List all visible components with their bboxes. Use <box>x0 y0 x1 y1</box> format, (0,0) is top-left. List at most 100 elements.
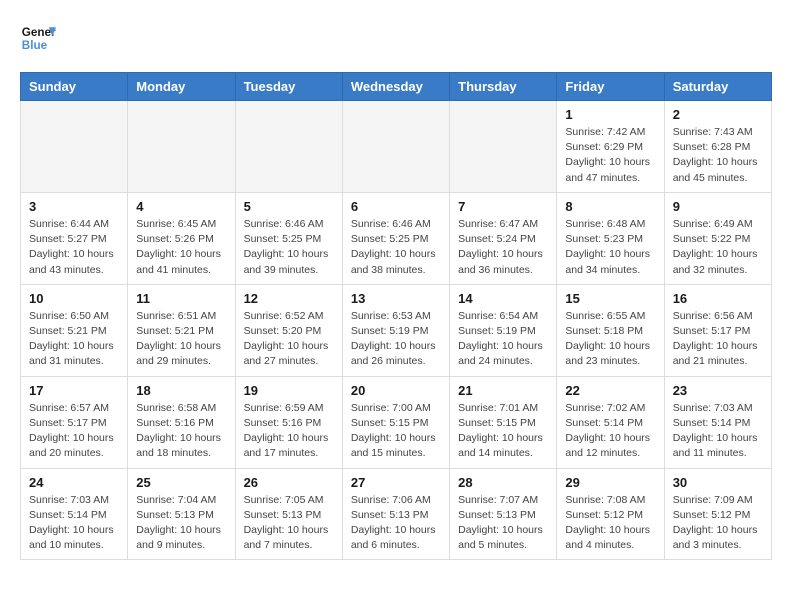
calendar-cell: 16 Sunrise: 6:56 AM Sunset: 5:17 PM Dayli… <box>664 284 771 376</box>
calendar-cell: 29 Sunrise: 7:08 AM Sunset: 5:12 PM Dayli… <box>557 468 664 560</box>
day-info: Sunrise: 6:57 AM Sunset: 5:17 PM Dayligh… <box>29 401 119 462</box>
calendar-cell: 2 Sunrise: 7:43 AM Sunset: 6:28 PM Daylig… <box>664 101 771 193</box>
calendar-cell <box>235 101 342 193</box>
day-info: Sunrise: 7:02 AM Sunset: 5:14 PM Dayligh… <box>565 401 655 462</box>
day-number: 4 <box>136 199 226 214</box>
day-info: Sunrise: 6:47 AM Sunset: 5:24 PM Dayligh… <box>458 217 548 278</box>
calendar-cell: 7 Sunrise: 6:47 AM Sunset: 5:24 PM Daylig… <box>450 192 557 284</box>
day-info: Sunrise: 6:58 AM Sunset: 5:16 PM Dayligh… <box>136 401 226 462</box>
weekday-header-tuesday: Tuesday <box>235 73 342 101</box>
calendar-cell <box>450 101 557 193</box>
day-info: Sunrise: 6:44 AM Sunset: 5:27 PM Dayligh… <box>29 217 119 278</box>
day-number: 20 <box>351 383 441 398</box>
day-info: Sunrise: 6:55 AM Sunset: 5:18 PM Dayligh… <box>565 309 655 370</box>
week-row-3: 10 Sunrise: 6:50 AM Sunset: 5:21 PM Dayli… <box>21 284 772 376</box>
day-info: Sunrise: 6:52 AM Sunset: 5:20 PM Dayligh… <box>244 309 334 370</box>
calendar-cell: 23 Sunrise: 7:03 AM Sunset: 5:14 PM Dayli… <box>664 376 771 468</box>
day-info: Sunrise: 7:00 AM Sunset: 5:15 PM Dayligh… <box>351 401 441 462</box>
logo-icon: General Blue <box>20 20 56 56</box>
day-info: Sunrise: 7:03 AM Sunset: 5:14 PM Dayligh… <box>673 401 763 462</box>
day-info: Sunrise: 6:56 AM Sunset: 5:17 PM Dayligh… <box>673 309 763 370</box>
day-info: Sunrise: 6:49 AM Sunset: 5:22 PM Dayligh… <box>673 217 763 278</box>
day-info: Sunrise: 6:54 AM Sunset: 5:19 PM Dayligh… <box>458 309 548 370</box>
calendar-cell: 12 Sunrise: 6:52 AM Sunset: 5:20 PM Dayli… <box>235 284 342 376</box>
calendar-cell: 9 Sunrise: 6:49 AM Sunset: 5:22 PM Daylig… <box>664 192 771 284</box>
day-number: 19 <box>244 383 334 398</box>
day-info: Sunrise: 6:45 AM Sunset: 5:26 PM Dayligh… <box>136 217 226 278</box>
day-number: 1 <box>565 107 655 122</box>
day-number: 15 <box>565 291 655 306</box>
day-info: Sunrise: 7:03 AM Sunset: 5:14 PM Dayligh… <box>29 493 119 554</box>
day-number: 8 <box>565 199 655 214</box>
calendar-cell: 3 Sunrise: 6:44 AM Sunset: 5:27 PM Daylig… <box>21 192 128 284</box>
weekday-header-monday: Monday <box>128 73 235 101</box>
calendar-cell <box>21 101 128 193</box>
calendar-cell: 5 Sunrise: 6:46 AM Sunset: 5:25 PM Daylig… <box>235 192 342 284</box>
calendar-cell: 30Sunrise: 7:09 AM Sunset: 5:12 PM Dayli… <box>664 468 771 560</box>
day-number: 25 <box>136 475 226 490</box>
calendar-header: SundayMondayTuesdayWednesdayThursdayFrid… <box>21 73 772 101</box>
weekday-header-friday: Friday <box>557 73 664 101</box>
calendar-cell: 22Sunrise: 7:02 AM Sunset: 5:14 PM Dayli… <box>557 376 664 468</box>
calendar-cell: 8 Sunrise: 6:48 AM Sunset: 5:23 PM Daylig… <box>557 192 664 284</box>
calendar-cell: 28Sunrise: 7:07 AM Sunset: 5:13 PM Dayli… <box>450 468 557 560</box>
logo: General Blue <box>20 20 56 56</box>
calendar-cell: 20 Sunrise: 7:00 AM Sunset: 5:15 PM Dayli… <box>342 376 449 468</box>
day-number: 29 <box>565 475 655 490</box>
calendar-table: SundayMondayTuesdayWednesdayThursdayFrid… <box>20 72 772 560</box>
day-number: 27 <box>351 475 441 490</box>
calendar-cell: 15 Sunrise: 6:55 AM Sunset: 5:18 PM Dayli… <box>557 284 664 376</box>
day-number: 12 <box>244 291 334 306</box>
day-number: 7 <box>458 199 548 214</box>
week-row-1: 1Sunrise: 7:42 AM Sunset: 6:29 PM Daylig… <box>21 101 772 193</box>
day-info: Sunrise: 6:46 AM Sunset: 5:25 PM Dayligh… <box>244 217 334 278</box>
day-number: 26 <box>244 475 334 490</box>
day-number: 10 <box>29 291 119 306</box>
weekday-header-sunday: Sunday <box>21 73 128 101</box>
day-info: Sunrise: 7:04 AM Sunset: 5:13 PM Dayligh… <box>136 493 226 554</box>
calendar-cell: 17 Sunrise: 6:57 AM Sunset: 5:17 PM Dayli… <box>21 376 128 468</box>
day-number: 2 <box>673 107 763 122</box>
day-info: Sunrise: 6:48 AM Sunset: 5:23 PM Dayligh… <box>565 217 655 278</box>
day-number: 3 <box>29 199 119 214</box>
calendar-cell: 27 Sunrise: 7:06 AM Sunset: 5:13 PM Dayli… <box>342 468 449 560</box>
day-info: Sunrise: 6:59 AM Sunset: 5:16 PM Dayligh… <box>244 401 334 462</box>
day-info: Sunrise: 6:51 AM Sunset: 5:21 PM Dayligh… <box>136 309 226 370</box>
day-number: 17 <box>29 383 119 398</box>
day-number: 21 <box>458 383 548 398</box>
calendar-cell: 10 Sunrise: 6:50 AM Sunset: 5:21 PM Dayli… <box>21 284 128 376</box>
day-info: Sunrise: 6:50 AM Sunset: 5:21 PM Dayligh… <box>29 309 119 370</box>
week-row-5: 24 Sunrise: 7:03 AM Sunset: 5:14 PM Dayli… <box>21 468 772 560</box>
day-number: 9 <box>673 199 763 214</box>
day-info: Sunrise: 7:09 AM Sunset: 5:12 PM Dayligh… <box>673 493 763 554</box>
calendar-cell: 19 Sunrise: 6:59 AM Sunset: 5:16 PM Dayli… <box>235 376 342 468</box>
day-info: Sunrise: 7:06 AM Sunset: 5:13 PM Dayligh… <box>351 493 441 554</box>
calendar-cell <box>128 101 235 193</box>
page-header: General Blue <box>20 20 772 56</box>
calendar-cell: 25 Sunrise: 7:04 AM Sunset: 5:13 PM Dayli… <box>128 468 235 560</box>
day-info: Sunrise: 7:08 AM Sunset: 5:12 PM Dayligh… <box>565 493 655 554</box>
day-number: 23 <box>673 383 763 398</box>
day-number: 13 <box>351 291 441 306</box>
day-number: 24 <box>29 475 119 490</box>
day-info: Sunrise: 6:46 AM Sunset: 5:25 PM Dayligh… <box>351 217 441 278</box>
calendar-cell: 1Sunrise: 7:42 AM Sunset: 6:29 PM Daylig… <box>557 101 664 193</box>
calendar-cell: 11 Sunrise: 6:51 AM Sunset: 5:21 PM Dayli… <box>128 284 235 376</box>
day-number: 11 <box>136 291 226 306</box>
day-number: 5 <box>244 199 334 214</box>
calendar-cell: 21 Sunrise: 7:01 AM Sunset: 5:15 PM Dayli… <box>450 376 557 468</box>
calendar-cell: 14 Sunrise: 6:54 AM Sunset: 5:19 PM Dayli… <box>450 284 557 376</box>
day-number: 14 <box>458 291 548 306</box>
svg-text:Blue: Blue <box>22 39 48 52</box>
calendar-cell: 26 Sunrise: 7:05 AM Sunset: 5:13 PM Dayli… <box>235 468 342 560</box>
day-info: Sunrise: 7:07 AM Sunset: 5:13 PM Dayligh… <box>458 493 548 554</box>
weekday-header-saturday: Saturday <box>664 73 771 101</box>
calendar-body: 1Sunrise: 7:42 AM Sunset: 6:29 PM Daylig… <box>21 101 772 560</box>
day-number: 16 <box>673 291 763 306</box>
weekday-header-wednesday: Wednesday <box>342 73 449 101</box>
day-info: Sunrise: 7:05 AM Sunset: 5:13 PM Dayligh… <box>244 493 334 554</box>
calendar-cell: 18Sunrise: 6:58 AM Sunset: 5:16 PM Dayli… <box>128 376 235 468</box>
week-row-4: 17 Sunrise: 6:57 AM Sunset: 5:17 PM Dayli… <box>21 376 772 468</box>
day-info: Sunrise: 7:43 AM Sunset: 6:28 PM Dayligh… <box>673 125 763 186</box>
day-info: Sunrise: 7:01 AM Sunset: 5:15 PM Dayligh… <box>458 401 548 462</box>
